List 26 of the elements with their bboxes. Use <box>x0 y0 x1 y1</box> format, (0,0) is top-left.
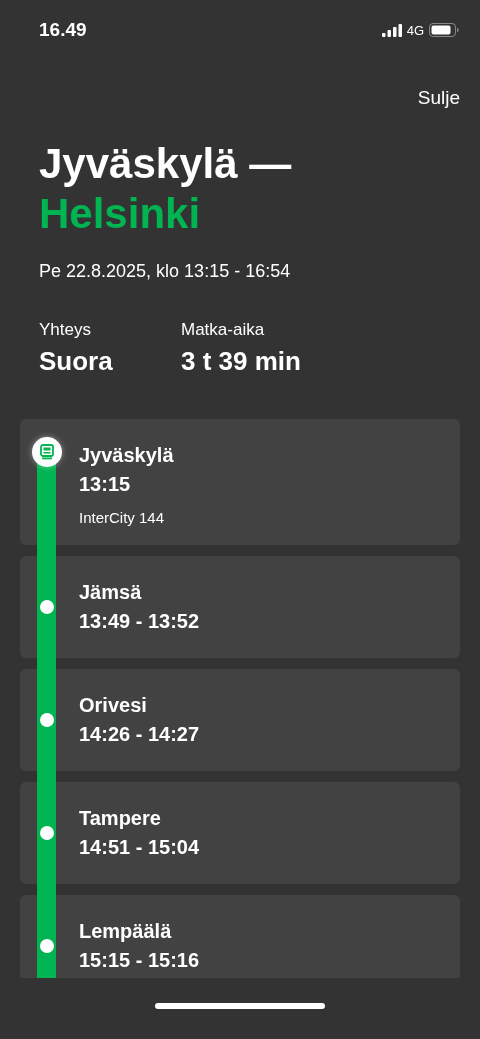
summary-value: Suora <box>39 346 114 377</box>
station-name: Jyväskylä <box>79 443 174 468</box>
stop-time: 13:49 - 13:52 <box>79 609 200 634</box>
stop-time: 14:26 - 14:27 <box>79 722 200 747</box>
stop-card[interactable]: Orivesi 14:26 - 14:27 <box>20 669 460 771</box>
stop-time: 14:51 - 15:04 <box>79 835 200 860</box>
stop-card[interactable]: Jämsä 13:49 - 13:52 <box>20 556 460 658</box>
stop-time: 15:15 - 15:16 <box>79 948 200 973</box>
station-name: Orivesi <box>79 693 147 718</box>
stop-time: 13:15 <box>79 472 131 497</box>
stop-card[interactable]: Tampere 14:51 - 15:04 <box>20 782 460 884</box>
station-name: Lempäälä <box>79 919 172 944</box>
summary-label: Yhteys <box>39 320 92 340</box>
train-name: InterCity 144 <box>79 509 165 526</box>
origin-title: Jyväskylä — <box>39 139 292 189</box>
station-name: Tampere <box>79 806 161 831</box>
station-name: Jämsä <box>79 580 142 605</box>
trip-date: Pe 22.8.2025, klo 13:15 - 16:54 <box>39 261 292 282</box>
destination-title: Helsinki <box>39 189 201 239</box>
status-time: 16.49 <box>39 19 87 41</box>
summary-value: 3 t 39 min <box>181 346 301 377</box>
network-type: 4G <box>406 22 424 38</box>
stop-card[interactable]: Lempäälä 15:15 - 15:16 <box>20 895 460 978</box>
stop-card[interactable]: Jyväskylä 13:15 InterCity 144 <box>20 419 460 545</box>
close-button[interactable]: Sulje <box>417 87 460 109</box>
summary-label: Matka-aika <box>181 320 266 340</box>
